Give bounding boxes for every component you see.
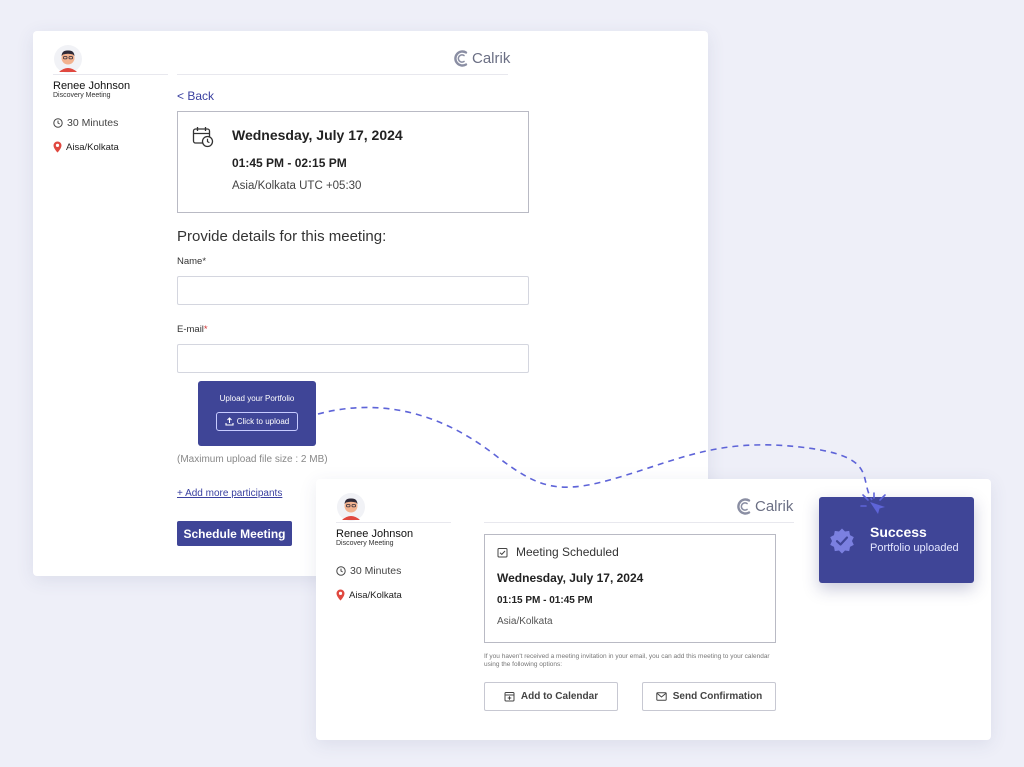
email-label-text: E-mail bbox=[177, 324, 204, 335]
schedule-meeting-button[interactable]: Schedule Meeting bbox=[177, 521, 292, 546]
confirmed-date: Wednesday, July 17, 2024 bbox=[497, 571, 644, 585]
name-input[interactable] bbox=[177, 276, 529, 305]
logo-text: Calrik bbox=[472, 50, 511, 67]
calrik-c-logo-icon bbox=[737, 498, 751, 515]
location: Aisa/Kolkata bbox=[53, 141, 119, 153]
map-pin-icon bbox=[53, 141, 62, 153]
event-name: Discovery Meeting bbox=[53, 92, 111, 99]
calrik-logo: Calrik bbox=[736, 497, 793, 516]
toast-message: Portfolio uploaded bbox=[870, 542, 959, 554]
slot-date: Wednesday, July 17, 2024 bbox=[232, 127, 403, 143]
scheduled-details-box: Meeting Scheduled Wednesday, July 17, 20… bbox=[484, 534, 776, 643]
selected-slot-box: Wednesday, July 17, 2024 01:45 PM - 02:1… bbox=[177, 111, 529, 213]
required-marker: * bbox=[203, 324, 208, 335]
calendar-check-icon bbox=[497, 547, 508, 557]
add-participants-link[interactable]: + Add more participants bbox=[177, 488, 282, 499]
mail-icon bbox=[656, 692, 667, 701]
calendar-clock-icon bbox=[192, 127, 214, 148]
calendar-note: If you haven't received a meeting invita… bbox=[484, 653, 770, 669]
location-label: Aisa/Kolkata bbox=[66, 141, 119, 153]
upload-button[interactable]: Click to upload bbox=[216, 412, 298, 431]
send-confirmation-button[interactable]: Send Confirmation bbox=[642, 682, 776, 711]
location: Aisa/Kolkata bbox=[336, 589, 402, 601]
calrik-logo: Calrik bbox=[453, 49, 510, 68]
upload-title: Upload your Portfolio bbox=[219, 394, 295, 403]
map-pin-icon bbox=[336, 589, 345, 601]
click-sparkle-icon bbox=[860, 492, 886, 514]
add-to-calendar-label: Add to Calendar bbox=[520, 691, 599, 702]
required-marker: * bbox=[202, 256, 207, 267]
status-heading: Meeting Scheduled bbox=[497, 545, 619, 559]
avatar bbox=[337, 493, 365, 521]
confirmed-timezone: Asia/Kolkata bbox=[497, 616, 553, 627]
logo-text: Calrik bbox=[755, 498, 794, 515]
calrik-c-logo-icon bbox=[454, 50, 468, 67]
clock-icon bbox=[53, 118, 63, 128]
send-confirmation-label: Send Confirmation bbox=[672, 691, 763, 702]
success-toast: Success Portfolio uploaded bbox=[819, 497, 974, 583]
portfolio-upload-card: Upload your Portfolio Click to upload bbox=[198, 381, 316, 446]
upload-size-note: (Maximum upload file size : 2 MB) bbox=[177, 454, 328, 465]
duration: 30 Minutes bbox=[336, 565, 401, 577]
status-label: Meeting Scheduled bbox=[516, 545, 619, 559]
email-input[interactable] bbox=[177, 344, 529, 373]
name-label: Name* bbox=[177, 256, 206, 267]
host-name: Renee Johnson bbox=[336, 528, 414, 540]
location-label: Aisa/Kolkata bbox=[349, 589, 402, 601]
event-name: Discovery Meeting bbox=[336, 540, 394, 547]
upload-icon bbox=[225, 417, 234, 426]
avatar bbox=[54, 45, 82, 73]
clock-icon bbox=[336, 566, 346, 576]
slot-time: 01:45 PM - 02:15 PM bbox=[232, 156, 347, 170]
upload-button-label: Click to upload bbox=[236, 417, 290, 426]
add-to-calendar-button[interactable]: Add to Calendar bbox=[484, 682, 618, 711]
email-label: E-mail* bbox=[177, 324, 208, 335]
host-name: Renee Johnson bbox=[53, 80, 131, 92]
back-link[interactable]: < Back bbox=[177, 89, 214, 103]
duration-label: 30 Minutes bbox=[350, 565, 402, 577]
duration: 30 Minutes bbox=[53, 117, 118, 129]
name-label-text: Name bbox=[177, 256, 203, 267]
slot-timezone: Asia/Kolkata UTC +05:30 bbox=[232, 180, 362, 192]
calendar-plus-icon bbox=[504, 692, 515, 702]
section-title: Provide details for this meeting: bbox=[177, 228, 387, 245]
duration-label: 30 Minutes bbox=[67, 117, 119, 129]
confirmed-time: 01:15 PM - 01:45 PM bbox=[497, 595, 593, 606]
verified-badge-icon bbox=[830, 528, 854, 554]
toast-title: Success bbox=[870, 524, 927, 540]
